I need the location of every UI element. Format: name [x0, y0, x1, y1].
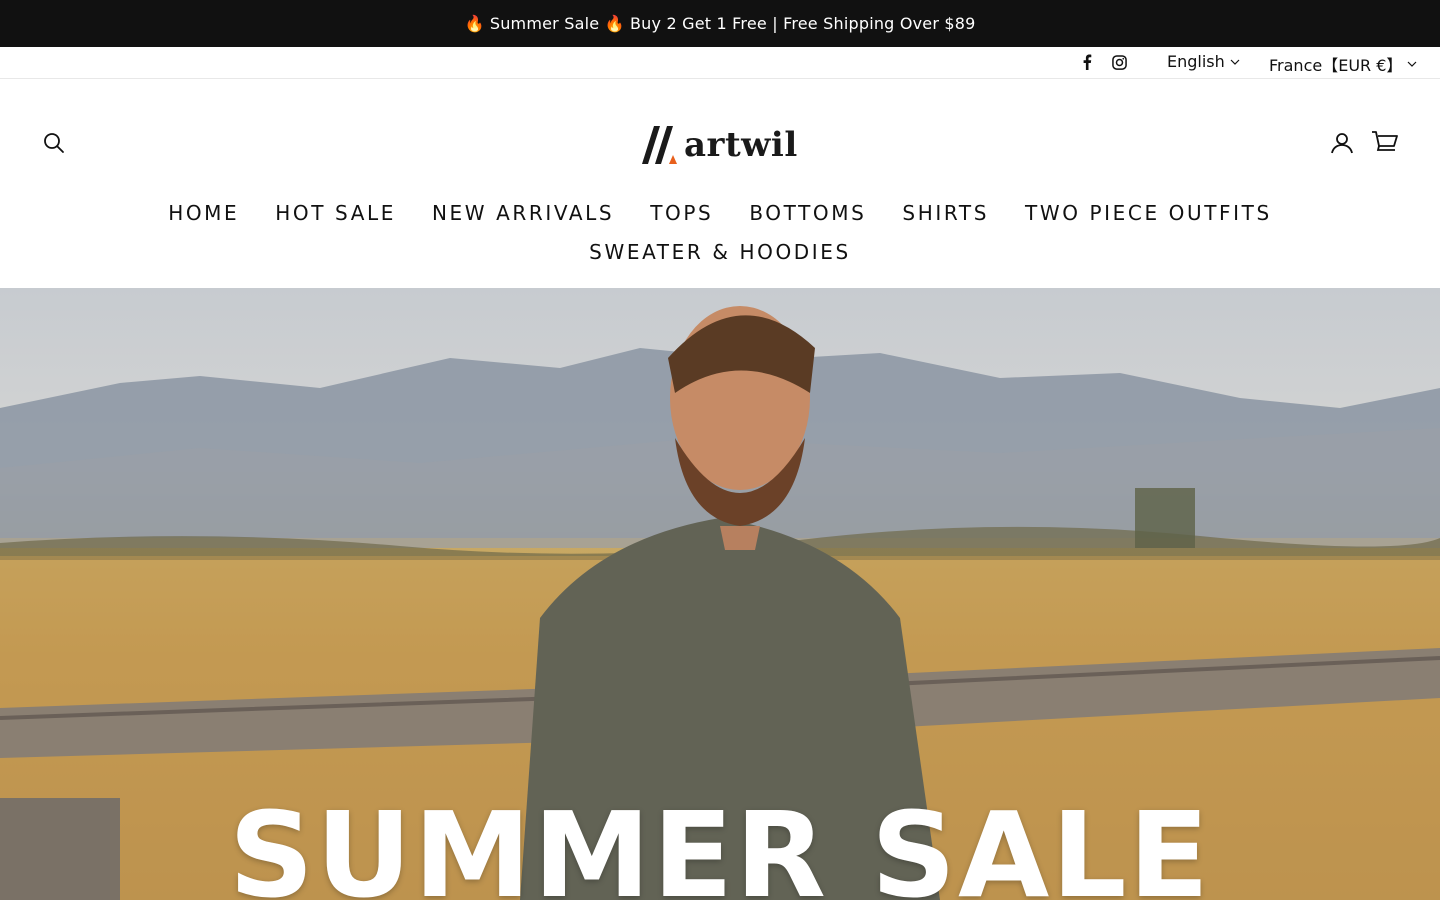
main-navigation: HOME HOT SALE NEW ARRIVALS TOPS BOTTOMS … — [0, 194, 1440, 272]
currency-label: France【EUR €】 — [1269, 56, 1403, 75]
account-icon[interactable] — [1330, 131, 1354, 155]
chevron-down-icon — [1230, 59, 1240, 65]
nav-item-hot-sale[interactable]: HOT SALE — [275, 194, 396, 233]
language-selector[interactable]: English — [1167, 52, 1241, 71]
nav-item-two-piece-outfits[interactable]: TWO PIECE OUTFITS — [1025, 194, 1272, 233]
search-icon[interactable] — [43, 132, 65, 154]
utility-bar: English France【EUR €】 — [0, 47, 1440, 79]
nav-item-sweater-hoodies[interactable]: SWEATER & HOODIES — [589, 233, 851, 272]
site-header: artwil HOME HOT SALE NEW ARRIVALS TOPS B… — [0, 79, 1440, 286]
currency-selector[interactable]: France【EUR €】 — [1269, 52, 1418, 76]
announcement-text: 🔥 Summer Sale 🔥 Buy 2 Get 1 Free | Free … — [464, 14, 976, 33]
logo-text: artwil — [684, 125, 798, 165]
nav-item-new-arrivals[interactable]: NEW ARRIVALS — [432, 194, 614, 233]
announcement-bar: 🔥 Summer Sale 🔥 Buy 2 Get 1 Free | Free … — [0, 0, 1440, 47]
language-label: English — [1167, 52, 1225, 71]
logo-mark-icon — [642, 126, 677, 164]
cart-icon[interactable] — [1371, 130, 1398, 154]
social-links — [1078, 53, 1128, 71]
nav-item-tops[interactable]: TOPS — [650, 194, 713, 233]
nav-row-1: HOME HOT SALE NEW ARRIVALS TOPS BOTTOMS … — [0, 194, 1440, 233]
chevron-down-icon — [1407, 61, 1417, 67]
facebook-icon[interactable] — [1078, 53, 1096, 71]
instagram-icon[interactable] — [1110, 53, 1128, 71]
hero-banner[interactable]: SUMMER SALE — [0, 288, 1440, 900]
site-logo[interactable]: artwil — [640, 122, 800, 168]
nav-item-bottoms[interactable]: BOTTOMS — [749, 194, 866, 233]
nav-item-shirts[interactable]: SHIRTS — [902, 194, 989, 233]
nav-row-2: SWEATER & HOODIES — [0, 233, 1440, 272]
nav-item-home[interactable]: HOME — [168, 194, 239, 233]
hero-headline: SUMMER SALE — [228, 786, 1212, 900]
